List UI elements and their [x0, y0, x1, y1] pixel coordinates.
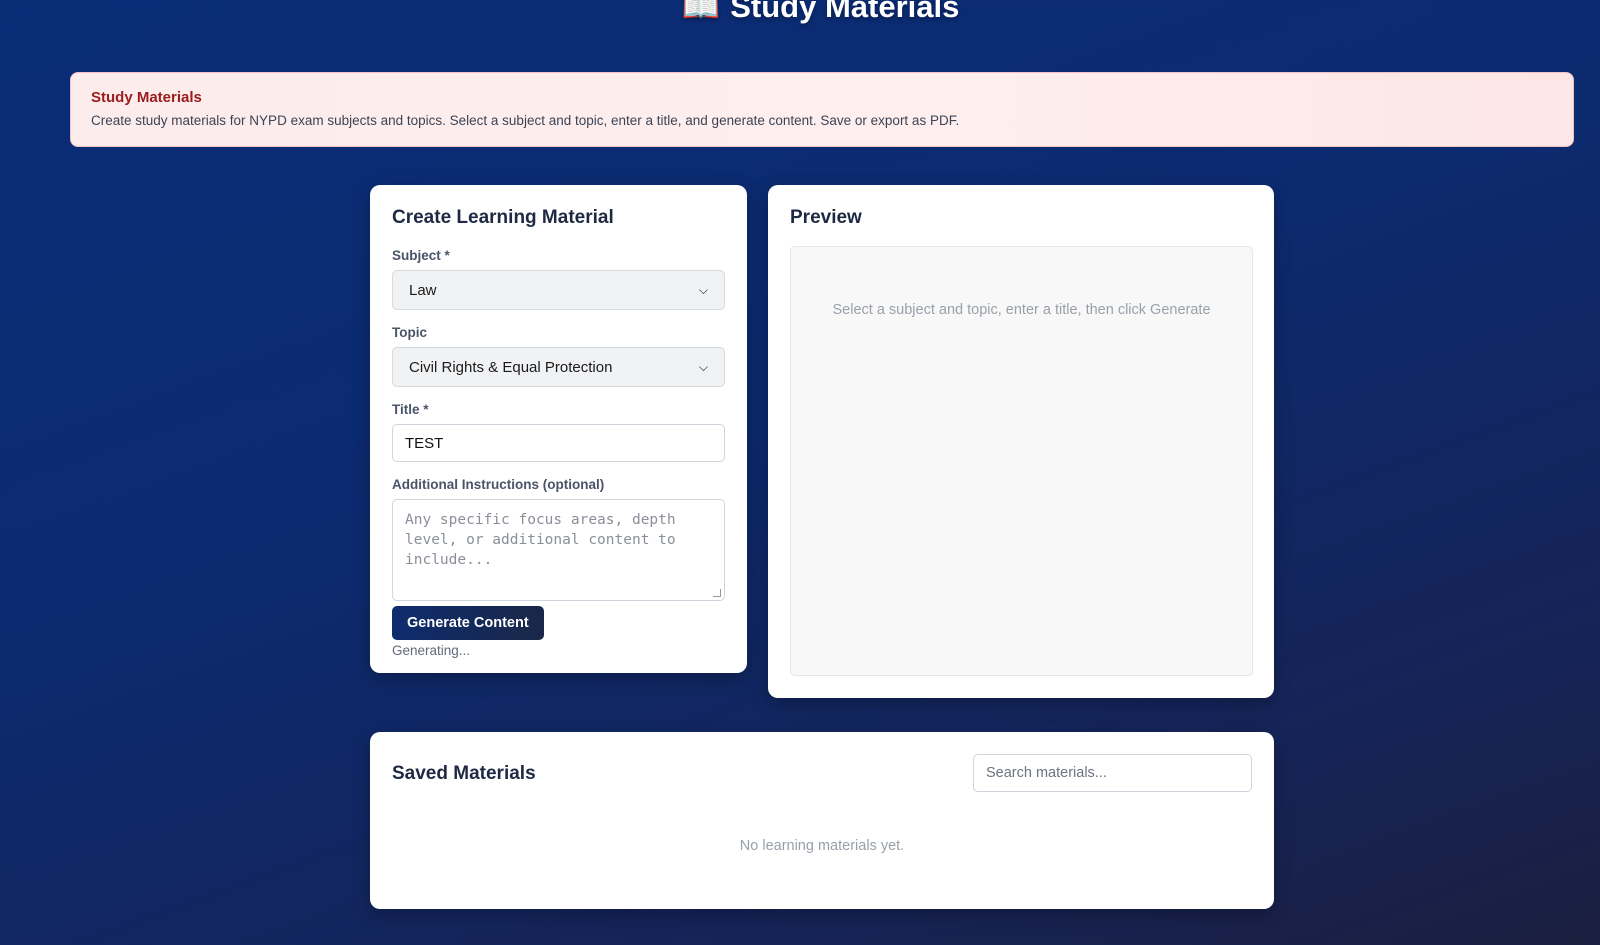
- chevron-down-icon: ⌵: [698, 282, 708, 297]
- topic-select-value: Civil Rights & Equal Protection: [409, 358, 613, 376]
- page-title: 📖 Study Materials: [0, 0, 1600, 25]
- create-heading: Create Learning Material: [392, 207, 614, 228]
- preview-card: Preview Select a subject and topic, ente…: [768, 185, 1274, 698]
- instructions-label: Additional Instructions (optional): [392, 477, 605, 492]
- generation-status: Generating...: [392, 643, 471, 658]
- banner-text: Create study materials for NYPD exam sub…: [91, 113, 960, 128]
- subject-label: Subject *: [392, 248, 450, 263]
- search-placeholder: Search materials...: [986, 765, 1107, 781]
- empty-state-text: No learning materials yet.: [739, 838, 905, 854]
- title-input[interactable]: TEST: [392, 424, 725, 462]
- subject-select[interactable]: Law ⌵: [392, 270, 725, 310]
- page-title-text: Study Materials: [730, 0, 960, 24]
- resize-handle-icon[interactable]: [713, 589, 721, 597]
- preview-placeholder: Select a subject and topic, enter a titl…: [832, 302, 1211, 318]
- instructions-placeholder: Any specific focus areas, depth level, o…: [405, 512, 676, 568]
- topic-select[interactable]: Civil Rights & Equal Protection ⌵: [392, 347, 725, 387]
- preview-area: Select a subject and topic, enter a titl…: [790, 246, 1253, 676]
- saved-materials-card: Saved Materials Search materials... No l…: [370, 732, 1274, 909]
- create-material-card: Create Learning Material Subject * Law ⌵…: [370, 185, 747, 673]
- search-materials-input[interactable]: Search materials...: [973, 754, 1252, 792]
- title-input-value: TEST: [405, 434, 444, 452]
- info-banner: Study Materials Create study materials f…: [70, 72, 1574, 147]
- topic-label: Topic: [392, 325, 427, 340]
- subject-select-value: Law: [409, 281, 437, 299]
- title-label: Title *: [392, 402, 429, 417]
- open-book-icon: 📖: [681, 0, 721, 24]
- banner-title: Study Materials: [91, 89, 202, 106]
- preview-heading: Preview: [790, 207, 862, 228]
- chevron-down-icon: ⌵: [698, 359, 708, 374]
- instructions-textarea[interactable]: Any specific focus areas, depth level, o…: [392, 499, 725, 601]
- generate-content-button[interactable]: Generate Content: [392, 606, 544, 640]
